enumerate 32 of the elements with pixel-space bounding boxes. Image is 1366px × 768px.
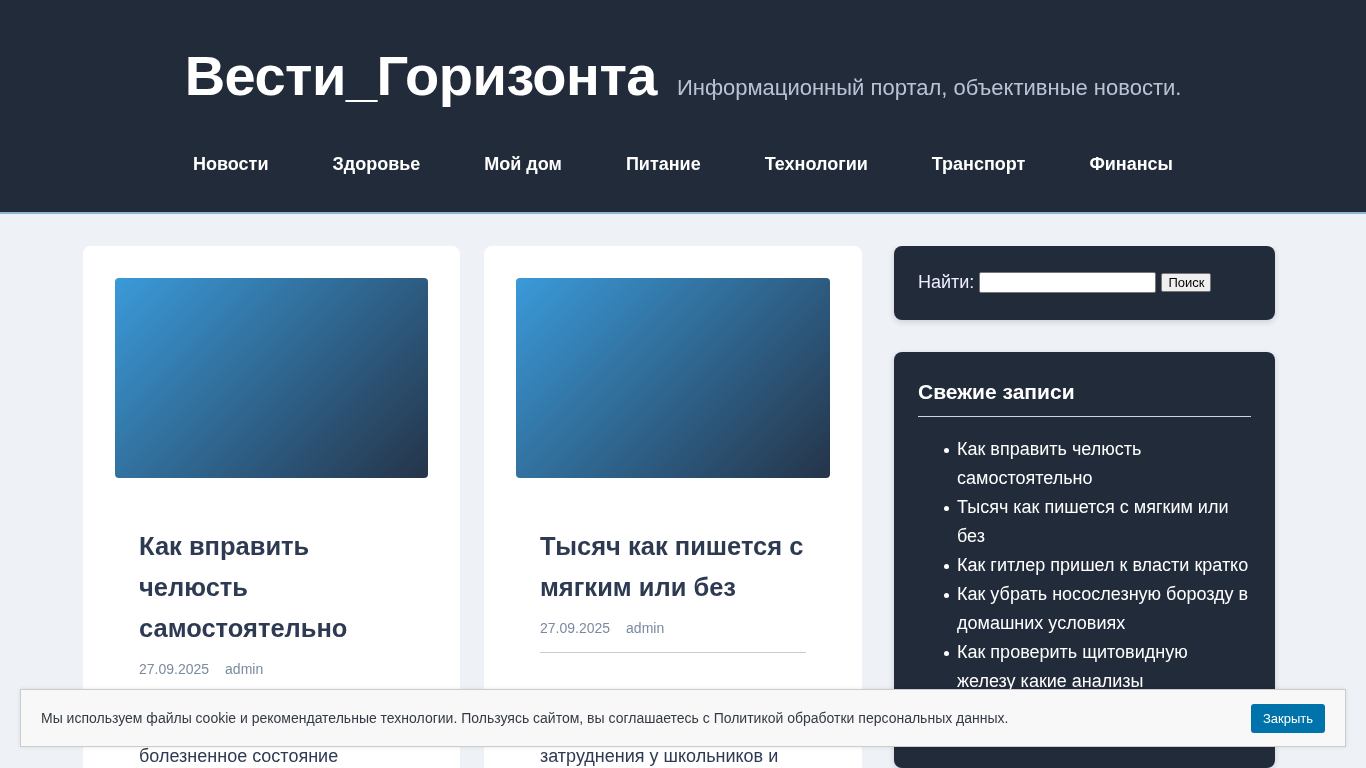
bullet-icon <box>944 506 949 511</box>
post-date: 27.09.2025 <box>139 661 210 677</box>
post-title[interactable]: Как вправить челюсть самостоятельно <box>139 526 404 649</box>
bullet-icon <box>944 564 949 569</box>
recent-post-link[interactable]: Как гитлер пришел к власти кратко <box>957 551 1249 580</box>
excerpt-text: затруднения у школьников и <box>540 746 780 768</box>
search-button[interactable]: Поиск <box>1161 273 1212 292</box>
nav-link[interactable]: Технологии <box>764 154 868 175</box>
search-field[interactable] <box>979 272 1157 293</box>
recent-post-link[interactable]: Как вправить челюсть самостоятельно <box>957 435 1251 493</box>
close-button[interactable]: Закрыть <box>1250 703 1325 733</box>
post-author[interactable]: admin <box>225 661 264 677</box>
site-tagline: Информационный портал, объективные новости. <box>676 75 1182 101</box>
post-author[interactable]: admin <box>626 620 665 636</box>
site-title[interactable]: Вести_Горизонта <box>184 44 657 108</box>
bullet-icon <box>944 593 949 598</box>
post-title[interactable]: Тысяч как пишется с мягким или без <box>540 526 806 608</box>
nav-link[interactable]: Здоровье <box>332 154 421 175</box>
nav-link[interactable]: Мой дом <box>484 154 562 175</box>
excerpt-text: болезненное состояние <box>139 746 340 768</box>
widget-title: Свежие записи <box>918 380 1251 417</box>
nav-link[interactable]: Питание <box>625 154 701 175</box>
post-date: 27.09.2025 <box>540 620 611 636</box>
nav-link[interactable]: Новости <box>193 154 269 175</box>
nav-link[interactable]: Финансы <box>1089 154 1173 175</box>
search-label: Найти: <box>918 272 975 293</box>
recent-post-link[interactable]: Как убрать носослезную борозду в домашних условиях <box>957 580 1251 638</box>
recent-post-link[interactable]: Тысяч как пишется с мягким или без <box>957 493 1251 551</box>
bullet-icon <box>944 651 949 656</box>
nav-link[interactable]: Транспорт <box>931 154 1026 175</box>
bullet-icon <box>944 448 949 453</box>
cookie-notice-text: Мы используем файлы cookie и рекомендательные технологии. Пользуясь сайтом, вы соглашаетесь с Политикой обработки персональных данных. <box>41 710 1009 726</box>
